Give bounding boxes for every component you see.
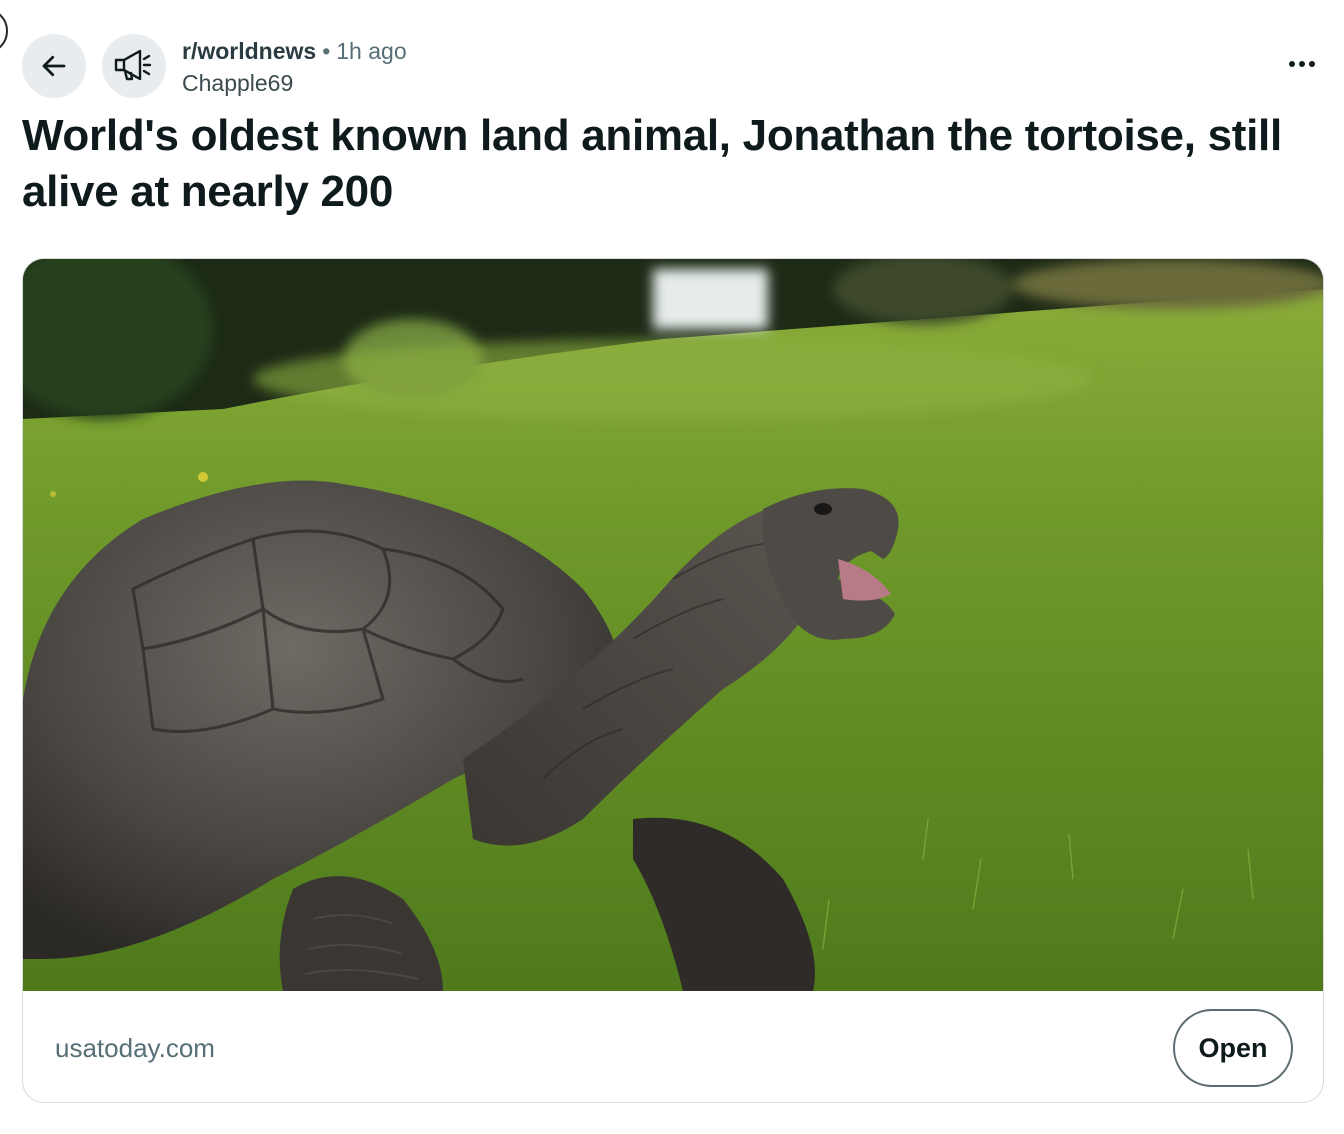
meta-separator: • xyxy=(322,38,331,64)
subreddit-avatar[interactable] xyxy=(102,34,166,98)
link-domain[interactable]: usatoday.com xyxy=(55,1033,215,1064)
author-link[interactable]: Chapple69 xyxy=(182,68,407,98)
post-meta: r/worldnews • 1h ago Chapple69 xyxy=(182,36,407,98)
more-options-button[interactable] xyxy=(1282,44,1322,84)
subreddit-link[interactable]: r/worldnews xyxy=(182,38,316,64)
more-horizontal-icon xyxy=(1289,61,1315,67)
post-header: r/worldnews • 1h ago Chapple69 xyxy=(22,34,1322,100)
back-button[interactable] xyxy=(22,34,86,98)
edge-partial-circle xyxy=(0,8,8,54)
link-thumbnail-image[interactable] xyxy=(23,259,1324,991)
arrow-left-icon xyxy=(42,55,66,77)
link-footer: usatoday.com Open xyxy=(23,991,1323,1102)
link-preview-card[interactable]: usatoday.com Open xyxy=(22,258,1324,1103)
post-title[interactable]: World's oldest known land animal, Jonath… xyxy=(22,108,1312,220)
open-link-button[interactable]: Open xyxy=(1173,1009,1293,1087)
post-timestamp: 1h ago xyxy=(336,38,407,64)
megaphone-icon xyxy=(114,49,152,81)
